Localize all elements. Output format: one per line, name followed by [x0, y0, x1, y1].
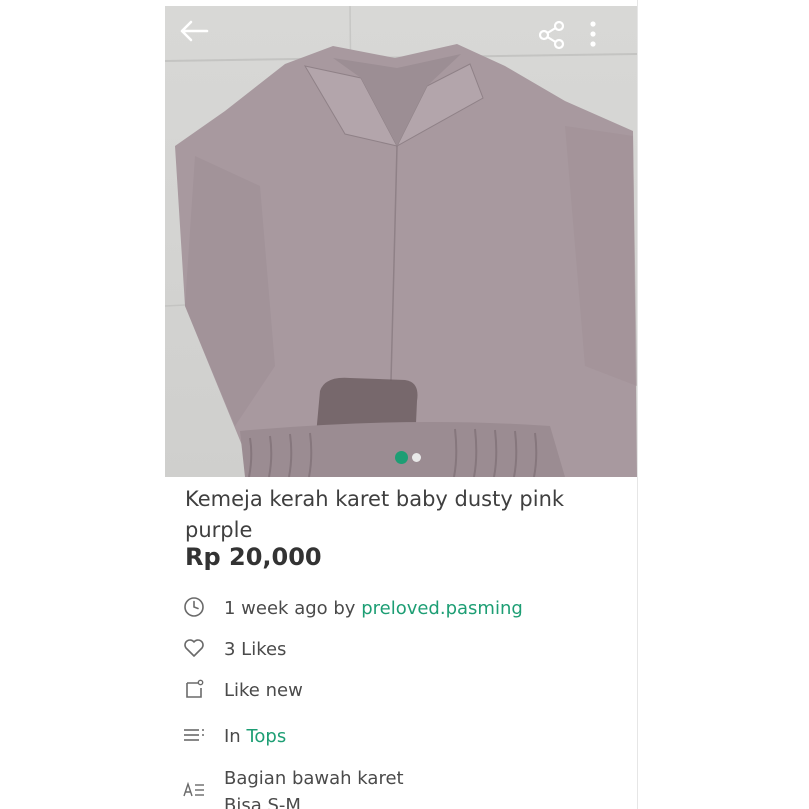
clock-icon — [183, 596, 205, 618]
description-line: Bagian bawah karet — [224, 768, 404, 789]
description-row: Bagian bawah karet Bisa S-M — [183, 765, 404, 809]
posted-time: 1 week ago by — [224, 598, 362, 619]
description-line: Bisa S-M — [224, 795, 301, 809]
listing-title: Kemeja kerah karet baby dusty pink purpl… — [185, 487, 565, 542]
listing-price: Rp 20,000 — [185, 543, 322, 571]
condition-row: Like new — [183, 678, 303, 704]
posted-info-row: 1 week ago by preloved.pasming — [183, 596, 523, 622]
page-divider — [637, 0, 638, 809]
share-button[interactable] — [537, 20, 577, 60]
text-format-icon — [183, 779, 205, 801]
condition-text: Like new — [224, 680, 303, 701]
category-row: In Tops — [183, 724, 286, 750]
back-arrow-icon — [180, 20, 209, 42]
gallery-indicator — [395, 451, 421, 464]
seller-link[interactable]: preloved.pasming — [361, 598, 523, 619]
likes-count[interactable]: 3 Likes — [224, 637, 286, 663]
likes-row[interactable]: 3 Likes — [183, 637, 286, 663]
product-photo[interactable] — [165, 6, 637, 477]
share-icon — [538, 20, 565, 50]
listing-screen: Kemeja kerah karet baby dusty pink purpl… — [165, 6, 637, 809]
gallery-dot[interactable] — [412, 453, 421, 462]
more-vertical-icon — [590, 21, 596, 47]
back-button[interactable] — [179, 20, 219, 60]
heart-icon — [183, 637, 205, 659]
shirt-illustration — [165, 6, 637, 477]
list-icon — [183, 724, 205, 746]
gallery-dot-active[interactable] — [395, 451, 408, 464]
category-prefix: In — [224, 726, 247, 747]
more-options-button[interactable] — [589, 20, 623, 60]
category-link[interactable]: Tops — [246, 726, 286, 747]
tag-icon — [183, 678, 205, 700]
